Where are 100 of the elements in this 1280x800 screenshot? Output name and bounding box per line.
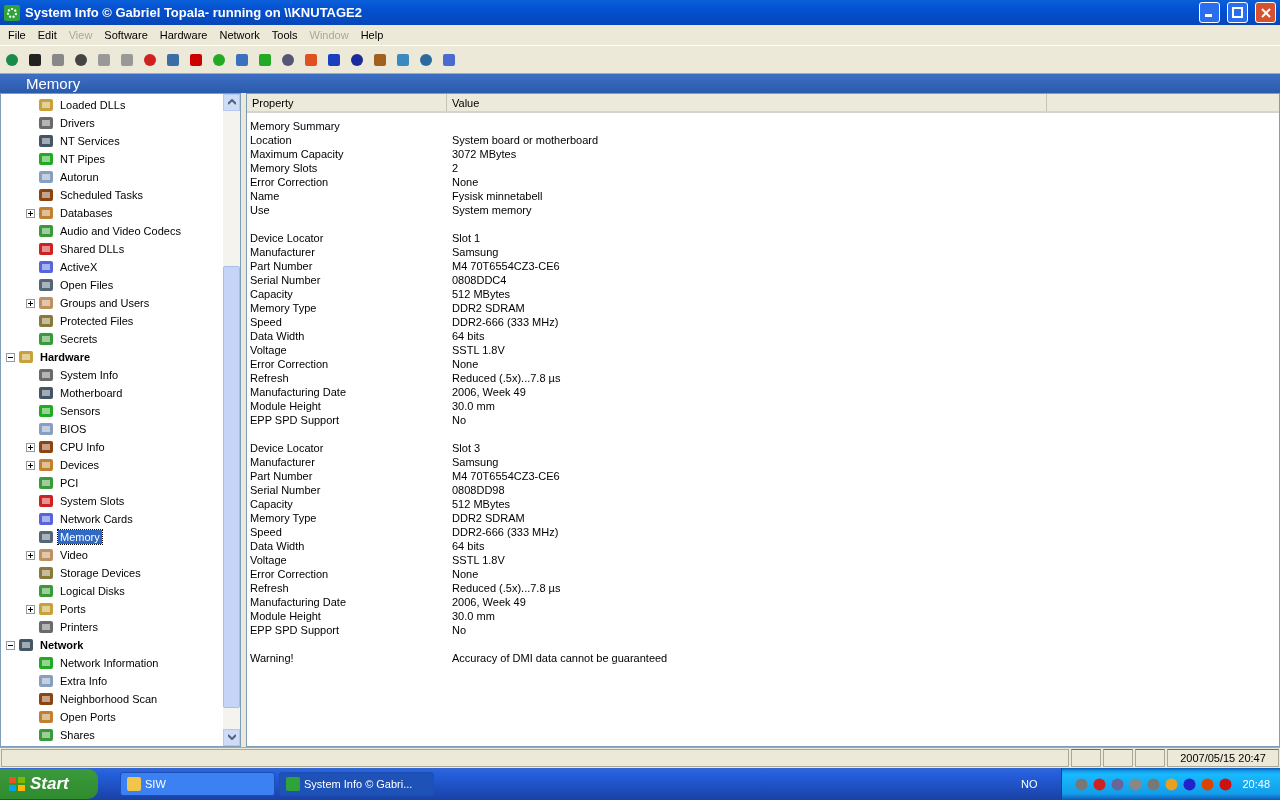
item-icon (38, 295, 54, 311)
value-cell-text: Reduced (.5x)...7.8 µs (451, 582, 562, 594)
tree-item[interactable]: NT Services (58, 134, 122, 148)
square-icon (165, 51, 181, 68)
plus-box-icon[interactable] (26, 550, 35, 560)
value-cell-text: 64 bits (451, 330, 486, 342)
item-icon (38, 511, 54, 527)
tree-item[interactable]: Memory (58, 530, 102, 544)
value-cell-text: 2006, Week 49 (451, 596, 527, 608)
tree-item[interactable]: NT Pipes (58, 152, 108, 166)
tree-item[interactable]: Audio and Video Codecs (58, 224, 183, 238)
value-cell-text: 3072 MBytes (451, 148, 518, 160)
tree-item[interactable]: Protected Files (58, 314, 136, 328)
tree-item[interactable]: System Slots (58, 494, 127, 508)
tree-item[interactable]: Sensors (58, 404, 103, 418)
tree-item[interactable]: Shares (58, 728, 97, 742)
maximize-icon (1232, 7, 1243, 18)
minus-box-icon[interactable] (6, 352, 15, 362)
tree-item[interactable]: Open Ports (58, 710, 118, 724)
plus-box-icon[interactable] (26, 604, 35, 614)
tree-item[interactable]: Printers (58, 620, 100, 634)
tray-icon[interactable] (1110, 776, 1126, 792)
property-cell-text: Voltage (249, 554, 288, 566)
tree-item[interactable]: PCI (58, 476, 81, 490)
plus-box-icon[interactable] (26, 208, 35, 218)
tree-item[interactable]: ActiveX (58, 260, 100, 274)
menu-item[interactable]: Tools (265, 29, 304, 41)
tray-icon[interactable] (1218, 776, 1234, 792)
tree-item[interactable]: Open Files (58, 278, 116, 292)
tree-item[interactable]: Storage Devices (58, 566, 143, 580)
item-icon (38, 313, 54, 329)
start-button[interactable]: Start (0, 769, 98, 799)
plus-box-icon[interactable] (26, 298, 35, 308)
menu-item[interactable]: Edit (31, 29, 63, 41)
tray-icon[interactable] (1092, 776, 1108, 792)
square-icon (119, 51, 135, 68)
tree-item[interactable]: Secrets (58, 332, 100, 346)
item-icon (18, 637, 34, 653)
value-cell-text: Reduced (.5x)...7.8 µs (451, 372, 562, 384)
tree-item[interactable]: Network Cards (58, 512, 135, 526)
item-icon (38, 223, 54, 239)
value-cell-text: DDR2-666 (333 MHz) (451, 316, 560, 328)
menu-item[interactable]: Network (213, 29, 266, 41)
tree-item[interactable]: System Info (58, 368, 121, 382)
column-header[interactable]: Property (247, 94, 447, 111)
scroll-up-button[interactable] (223, 94, 240, 111)
taskbar-button[interactable]: SIW (120, 772, 275, 796)
tree-item[interactable]: Logical Disks (58, 584, 127, 598)
property-cell-text: EPP SPD Support (249, 414, 341, 426)
tree-item[interactable]: Video (58, 548, 90, 562)
value-cell-text: M4 70T6554CZ3-CE6 (451, 470, 561, 482)
property-cell-text: Serial Number (249, 274, 322, 286)
item-icon (38, 169, 54, 185)
tree-item[interactable]: CPU Info (58, 440, 107, 454)
value-cell-text: Samsung (451, 246, 500, 258)
tree-item[interactable]: Groups and Users (58, 296, 152, 310)
tree-item[interactable]: Databases (58, 206, 115, 220)
close-button[interactable] (1255, 2, 1276, 23)
tree-item[interactable]: Devices (58, 458, 102, 472)
property-cell-text: Serial Number (249, 484, 322, 496)
menu-item[interactable]: Help (354, 29, 390, 41)
menu-item[interactable]: File (2, 29, 32, 41)
plus-box-icon[interactable] (26, 442, 35, 452)
property-cell-text: Manufacturing Date (249, 596, 347, 608)
plus-box-icon[interactable] (26, 460, 35, 470)
property-cell-text: Refresh (249, 582, 290, 594)
property-cell-text: Voltage (249, 344, 288, 356)
menu-item[interactable]: Hardware (153, 29, 214, 41)
tree-item[interactable]: Hardware (38, 350, 93, 364)
item-icon (38, 601, 54, 617)
tray-icon[interactable] (1182, 776, 1198, 792)
tree-item[interactable]: Loaded DLLs (58, 98, 128, 112)
tree-item[interactable]: Ports (58, 602, 88, 616)
value-cell-text: 512 MBytes (451, 498, 512, 510)
app-icon (286, 777, 300, 791)
item-icon (38, 241, 54, 257)
close-icon (1260, 7, 1271, 18)
tree-item[interactable]: Scheduled Tasks (58, 188, 145, 202)
tree-item[interactable]: Drivers (58, 116, 97, 130)
language-indicator[interactable]: NO (1020, 778, 1038, 790)
value-cell-text: None (451, 176, 480, 188)
menu-item[interactable]: Software (98, 29, 154, 41)
tree-item[interactable]: Shared DLLs (58, 242, 127, 256)
tree-item[interactable]: Neighborhood Scan (58, 692, 160, 706)
column-header[interactable]: Value (447, 94, 1047, 111)
item-icon (18, 349, 34, 365)
tree-item[interactable]: Autorun (58, 170, 101, 184)
property-cell-text: Module Height (249, 610, 322, 622)
tree-item[interactable]: Extra Info (58, 674, 110, 688)
minimize-button[interactable] (1199, 2, 1220, 23)
scroll-down-button[interactable] (223, 729, 240, 746)
property-cell-text: Memory Slots (249, 162, 319, 174)
maximize-button[interactable] (1227, 2, 1248, 23)
section-header: Memory (0, 74, 1280, 93)
tree-item[interactable]: Network Information (58, 656, 161, 670)
taskbar-button[interactable]: System Info © Gabri... (279, 772, 434, 796)
tree-item[interactable]: Motherboard (58, 386, 125, 400)
tree-item[interactable]: BIOS (58, 422, 89, 436)
tree-item[interactable]: Network (38, 638, 86, 652)
minus-box-icon[interactable] (6, 640, 15, 650)
